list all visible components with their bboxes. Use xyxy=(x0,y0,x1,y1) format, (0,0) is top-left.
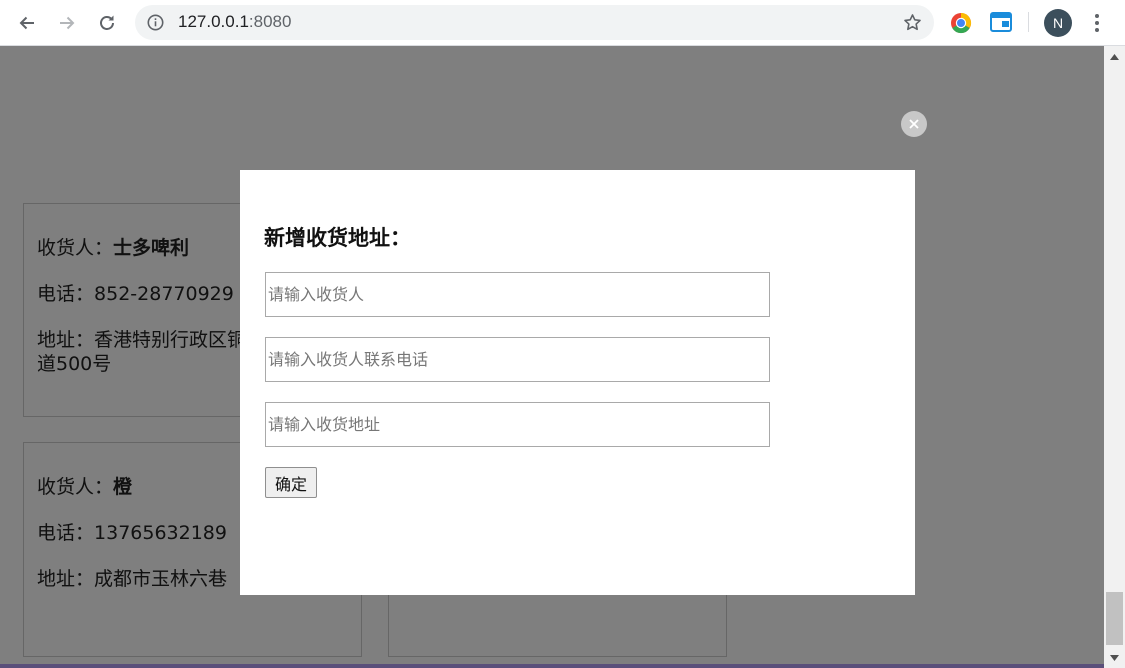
star-icon[interactable] xyxy=(903,13,922,32)
toolbar-divider xyxy=(1028,12,1029,32)
browser-toolbar: 127.0.0.1:8080 N xyxy=(0,0,1125,46)
vertical-scrollbar[interactable] xyxy=(1104,46,1125,668)
close-icon xyxy=(909,119,919,129)
confirm-button[interactable]: 确定 xyxy=(265,467,318,498)
add-address-dialog: 新增收货地址： 确定 xyxy=(240,170,915,595)
scroll-down-button[interactable] xyxy=(1104,647,1125,668)
reload-icon xyxy=(100,15,114,30)
info-icon[interactable] xyxy=(147,14,164,31)
phone-input[interactable] xyxy=(265,337,770,382)
more-vert-icon[interactable] xyxy=(1085,11,1109,35)
page-viewport: 收货人：士多啤利 电话：852-28770929 地址：香港特别行政区铜锣湾轩尼… xyxy=(0,46,1104,668)
address-bar[interactable]: 127.0.0.1:8080 xyxy=(135,5,934,40)
url-port: :8080 xyxy=(248,12,292,31)
address-input[interactable] xyxy=(265,402,770,447)
forward-button[interactable] xyxy=(51,7,83,39)
triangle-up-icon xyxy=(1110,53,1119,60)
profile-initial: N xyxy=(1052,15,1064,31)
url-text[interactable]: 127.0.0.1:8080 xyxy=(178,12,291,32)
back-arrow-icon xyxy=(19,16,34,30)
scroll-thumb[interactable] xyxy=(1106,592,1123,645)
triangle-down-icon xyxy=(1110,654,1119,661)
profile-avatar[interactable]: N xyxy=(1044,9,1072,37)
reload-button[interactable] xyxy=(91,7,123,39)
close-button[interactable] xyxy=(901,111,927,137)
back-button[interactable] xyxy=(11,7,43,39)
chrome-extension-icon[interactable] xyxy=(949,11,973,35)
recipient-input[interactable] xyxy=(265,272,770,317)
url-host: 127.0.0.1 xyxy=(178,12,249,31)
extension-icon[interactable] xyxy=(990,12,1012,32)
scroll-up-button[interactable] xyxy=(1104,46,1125,67)
window-bottom-edge xyxy=(0,664,1104,668)
dialog-title: 新增收货地址： xyxy=(264,226,411,250)
forward-arrow-icon xyxy=(60,16,75,30)
